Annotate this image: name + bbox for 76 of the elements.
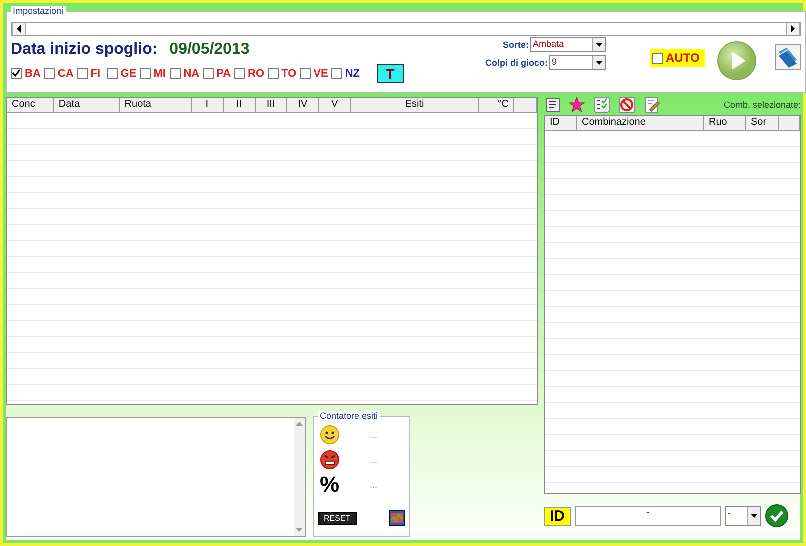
dropdown-arrow-icon bbox=[596, 60, 602, 64]
t-button[interactable]: T bbox=[376, 64, 404, 83]
id-field[interactable]: - bbox=[575, 506, 721, 526]
wheel-label: MI bbox=[154, 68, 167, 80]
angry-face-icon bbox=[320, 450, 340, 470]
wheel-label: TO bbox=[282, 68, 297, 80]
wheel-label: NA bbox=[184, 68, 200, 80]
wheel-label: PA bbox=[216, 68, 232, 80]
wheel-label: VE bbox=[314, 68, 328, 80]
wheel-label: GE bbox=[120, 68, 137, 80]
colpi-dropdown[interactable]: 9 bbox=[549, 55, 606, 70]
confirm-button[interactable] bbox=[765, 504, 789, 528]
left-arrow-icon bbox=[16, 25, 22, 33]
column-header[interactable]: Sor bbox=[746, 116, 779, 131]
column-header[interactable]: Combinazione bbox=[577, 116, 704, 131]
panel-legend: Impostazioni bbox=[11, 6, 66, 17]
counter-value: ... bbox=[370, 454, 378, 464]
up-arrow-icon[interactable] bbox=[296, 422, 303, 426]
column-header[interactable]: Conc bbox=[7, 98, 54, 113]
play-button[interactable] bbox=[716, 41, 757, 81]
checkbox[interactable] bbox=[202, 68, 214, 79]
column-header[interactable]: II bbox=[224, 98, 256, 113]
notes-area[interactable] bbox=[6, 417, 306, 537]
right-arrow-icon bbox=[790, 25, 796, 33]
edit-icon[interactable] bbox=[644, 97, 660, 113]
id-label: ID bbox=[544, 506, 571, 526]
column-header[interactable]: Esiti bbox=[351, 98, 480, 113]
checkbox[interactable] bbox=[44, 68, 55, 79]
panel-legend: Contatore esiti bbox=[318, 411, 380, 422]
column-header[interactable]: °C bbox=[479, 98, 514, 113]
reset-button[interactable]: RESET bbox=[318, 512, 357, 524]
checkbox[interactable] bbox=[76, 68, 88, 79]
auto-label: AUTO bbox=[666, 51, 700, 65]
wheel-label: RO bbox=[248, 68, 265, 80]
percent-sign: % bbox=[320, 472, 340, 498]
vertical-scrollbar[interactable] bbox=[294, 418, 305, 536]
checkbox[interactable] bbox=[11, 68, 22, 79]
list-icon[interactable] bbox=[546, 98, 560, 112]
colpi-label: Colpi di gioco: bbox=[486, 58, 548, 68]
checkbox[interactable] bbox=[106, 68, 118, 79]
date-label: Data inizio spoglio: bbox=[11, 41, 158, 59]
counter-value: ... bbox=[370, 430, 378, 440]
chart-icon[interactable] bbox=[389, 510, 405, 526]
checkbox[interactable] bbox=[234, 68, 246, 79]
column-header[interactable]: ID bbox=[545, 116, 577, 131]
id-dropdown[interactable]: - bbox=[725, 506, 761, 526]
dropdown-arrow-icon bbox=[750, 514, 758, 518]
checkbox[interactable] bbox=[331, 68, 342, 79]
checklist-icon[interactable] bbox=[594, 97, 610, 113]
sorte-label: Sorte: bbox=[502, 40, 529, 50]
checkbox[interactable] bbox=[140, 68, 151, 79]
checkbox[interactable] bbox=[170, 68, 181, 79]
column-header[interactable]: Ruo bbox=[704, 116, 746, 131]
checkbox[interactable] bbox=[268, 68, 279, 79]
smiley-icon bbox=[320, 424, 340, 444]
column-header[interactable]: V bbox=[319, 98, 352, 113]
dropdown-arrow-icon bbox=[596, 42, 602, 46]
column-header[interactable]: Data bbox=[54, 98, 120, 113]
sorte-dropdown[interactable]: Ambata bbox=[530, 37, 606, 52]
date-value: 09/05/2013 bbox=[170, 41, 250, 59]
auto-checkbox[interactable] bbox=[652, 52, 663, 64]
books-icon[interactable] bbox=[774, 44, 801, 70]
checkbox[interactable] bbox=[300, 68, 311, 79]
column-header[interactable]: Ruota bbox=[120, 98, 192, 113]
wheel-label: BA bbox=[25, 68, 41, 80]
column-header[interactable]: III bbox=[256, 98, 288, 113]
selected-combinations-label: Comb. selezionate: bbox=[724, 100, 801, 110]
counter-value: ... bbox=[370, 480, 378, 490]
wheel-label: CA bbox=[58, 68, 74, 80]
column-header[interactable]: I bbox=[192, 98, 224, 113]
column-header[interactable]: IV bbox=[287, 98, 320, 113]
prohibited-icon[interactable] bbox=[619, 97, 635, 113]
wheel-label: FI bbox=[90, 68, 102, 80]
down-arrow-icon[interactable] bbox=[296, 528, 303, 532]
star-icon[interactable] bbox=[569, 97, 585, 113]
wheel-label: NZ bbox=[345, 68, 360, 80]
